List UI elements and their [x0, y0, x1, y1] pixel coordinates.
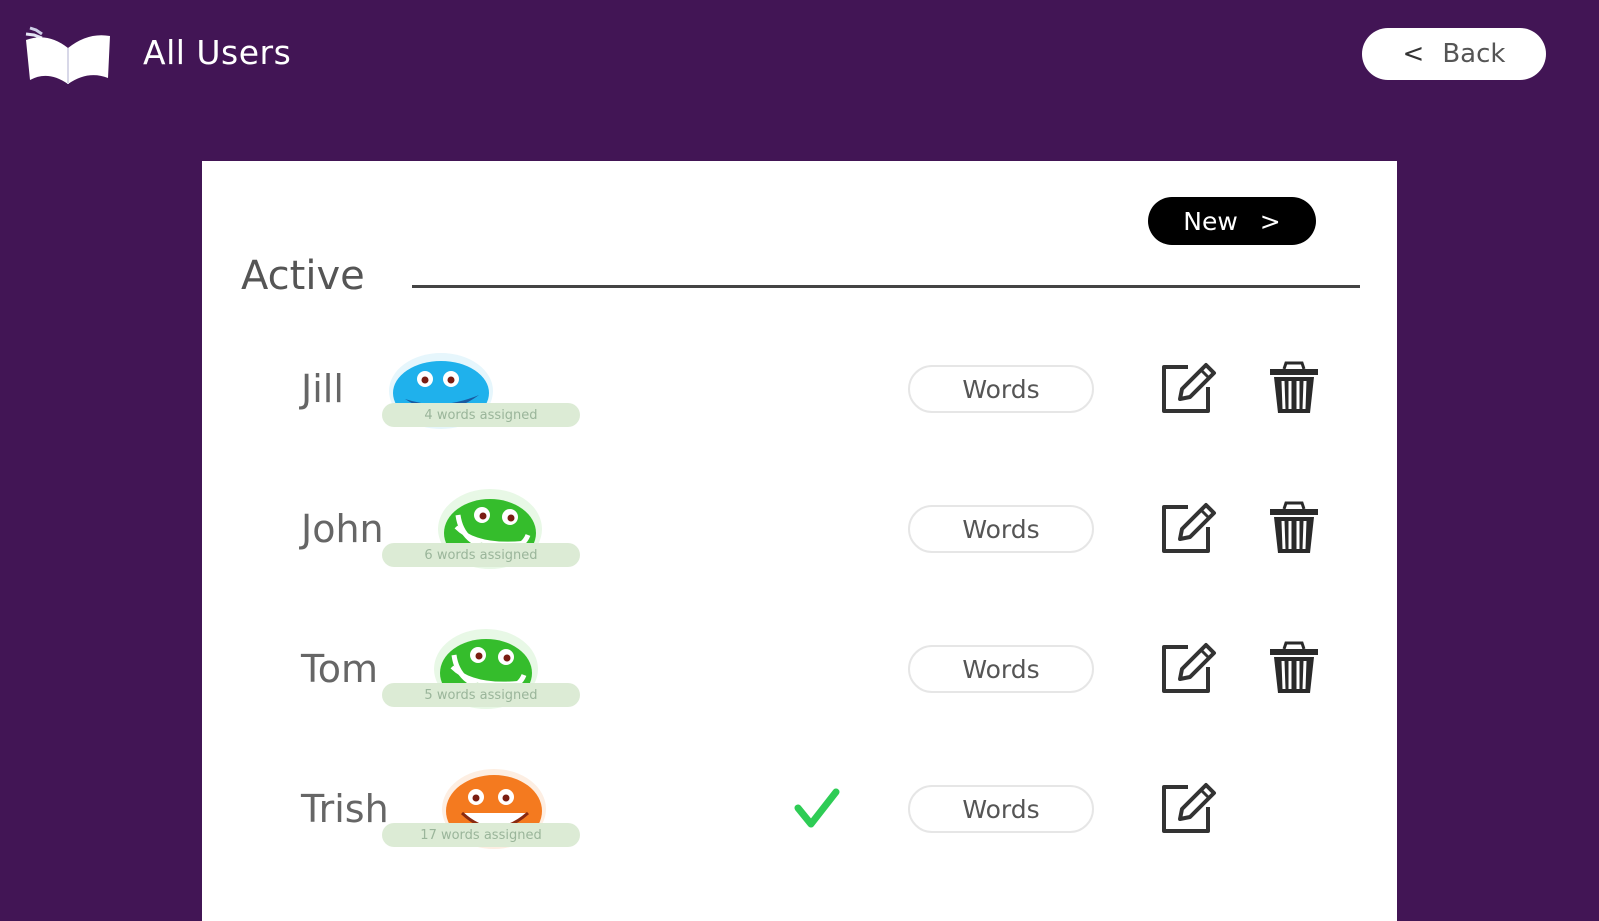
user-row: Jill 4 words assigned Words	[202, 339, 1397, 449]
page-title: All Users	[143, 33, 292, 72]
edit-icon[interactable]	[1158, 359, 1218, 417]
user-name: Tom	[301, 647, 379, 691]
back-button[interactable]: < Back	[1362, 28, 1546, 80]
new-user-button[interactable]: New >	[1148, 197, 1316, 245]
user-row: Tom 5 words assigned Words	[202, 619, 1397, 729]
user-name: Trish	[301, 787, 389, 831]
open-book-icon	[22, 22, 114, 88]
trash-icon[interactable]	[1268, 499, 1320, 555]
chevron-left-icon: <	[1402, 39, 1425, 69]
users-card: New > Active Jill 4 words assigned Words	[202, 161, 1397, 921]
new-label: New	[1183, 206, 1238, 236]
words-assigned-badge: 5 words assigned	[382, 683, 580, 707]
checkmark-icon	[794, 786, 840, 832]
words-button[interactable]: Words	[908, 505, 1094, 553]
words-assigned-badge: 4 words assigned	[382, 403, 580, 427]
words-button[interactable]: Words	[908, 645, 1094, 693]
trash-icon[interactable]	[1268, 639, 1320, 695]
chevron-right-icon: >	[1259, 206, 1281, 236]
words-button[interactable]: Words	[908, 365, 1094, 413]
words-assigned-badge: 17 words assigned	[382, 823, 580, 847]
user-row: Trish 17 words assigned Words	[202, 759, 1397, 869]
top-bar: All Users < Back	[0, 0, 1599, 110]
trash-icon[interactable]	[1268, 359, 1320, 415]
edit-icon[interactable]	[1158, 779, 1218, 837]
words-assigned-badge: 6 words assigned	[382, 543, 580, 567]
edit-icon[interactable]	[1158, 639, 1218, 697]
section-divider	[412, 285, 1360, 288]
user-name: Jill	[301, 367, 344, 411]
back-label: Back	[1442, 39, 1506, 69]
edit-icon[interactable]	[1158, 499, 1218, 557]
user-name: John	[301, 507, 384, 551]
user-row: John 6 words assigned Words	[202, 479, 1397, 589]
section-title: Active	[241, 253, 365, 299]
words-button[interactable]: Words	[908, 785, 1094, 833]
